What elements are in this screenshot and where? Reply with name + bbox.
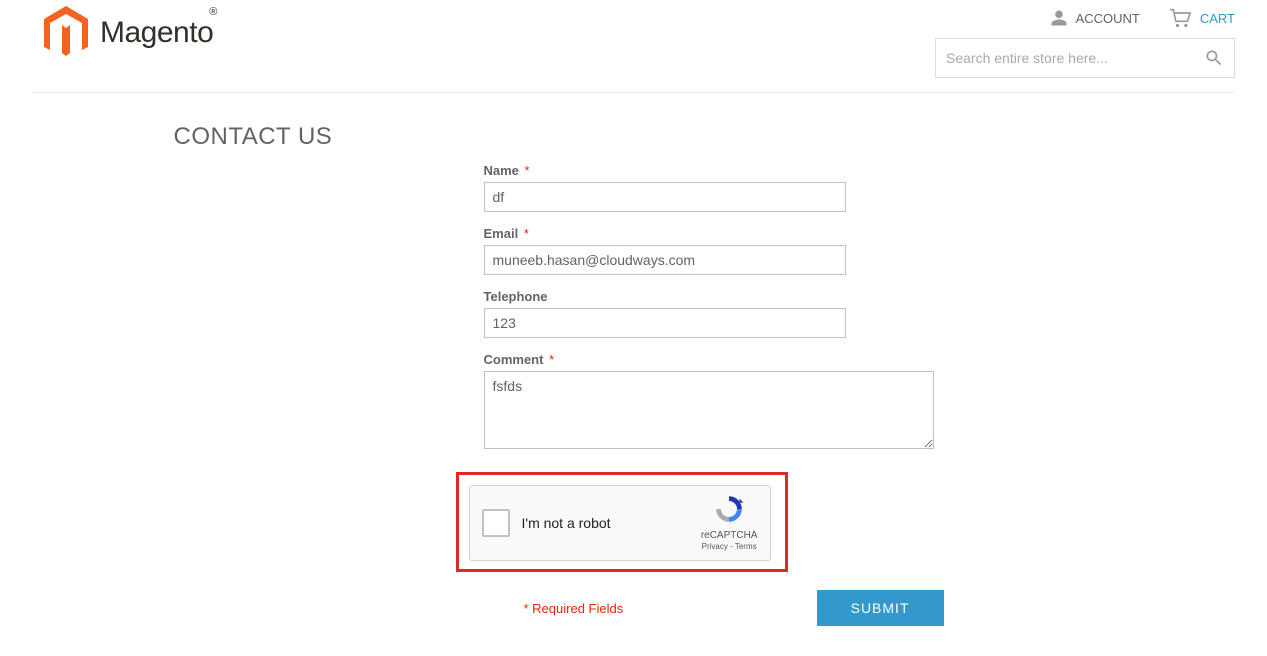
recaptcha-checkbox[interactable]: [482, 509, 510, 537]
recaptcha-terms-link[interactable]: Terms: [735, 542, 757, 551]
logo[interactable]: Magento®: [42, 6, 221, 60]
header: Magento® ACCOUNT CART: [0, 0, 1267, 92]
account-link[interactable]: ACCOUNT: [1050, 9, 1140, 27]
page-title: CONTACT US: [174, 123, 333, 151]
search-input[interactable]: [946, 50, 1204, 66]
required-marker: *: [524, 226, 529, 241]
search-box: [935, 38, 1235, 78]
logo-text: Magento®: [100, 16, 221, 50]
main-content: CONTACT US Name * Email * Telephone Comm…: [174, 93, 1094, 656]
search-icon[interactable]: [1204, 48, 1224, 68]
field-comment: Comment * fsfds: [484, 352, 1094, 454]
field-telephone: Telephone: [484, 289, 1094, 338]
user-icon: [1050, 9, 1068, 27]
account-label: ACCOUNT: [1076, 11, 1140, 26]
submit-button[interactable]: SUBMIT: [817, 590, 944, 626]
recaptcha-privacy-link[interactable]: Privacy: [702, 542, 728, 551]
comment-textarea[interactable]: fsfds: [484, 371, 934, 449]
cart-link[interactable]: CART: [1168, 8, 1235, 28]
recaptcha-highlight: I'm not a robot reCAPTCHA Privacy - Term…: [456, 472, 788, 572]
cart-label: CART: [1200, 11, 1235, 26]
email-label: Email *: [484, 226, 1094, 241]
contact-form: Name * Email * Telephone Comment * fsfds: [484, 163, 1094, 626]
telephone-input[interactable]: [484, 308, 846, 338]
required-marker: *: [525, 163, 530, 178]
comment-label: Comment *: [484, 352, 1094, 367]
recaptcha-brand: reCAPTCHA Privacy - Terms: [701, 493, 758, 552]
recaptcha-widget: I'm not a robot reCAPTCHA Privacy - Term…: [469, 485, 771, 561]
name-label: Name *: [484, 163, 1094, 178]
name-input[interactable]: [484, 182, 846, 212]
field-email: Email *: [484, 226, 1094, 275]
recaptcha-label: I'm not a robot: [522, 515, 689, 531]
required-marker: *: [549, 352, 554, 367]
email-input[interactable]: [484, 245, 846, 275]
field-name: Name *: [484, 163, 1094, 212]
required-fields-note: * Required Fields: [524, 601, 624, 616]
magento-logo-icon: [42, 6, 90, 60]
form-footer: * Required Fields SUBMIT: [484, 590, 944, 626]
recaptcha-icon: [713, 493, 745, 525]
telephone-label: Telephone: [484, 289, 1094, 304]
cart-icon: [1168, 8, 1192, 28]
